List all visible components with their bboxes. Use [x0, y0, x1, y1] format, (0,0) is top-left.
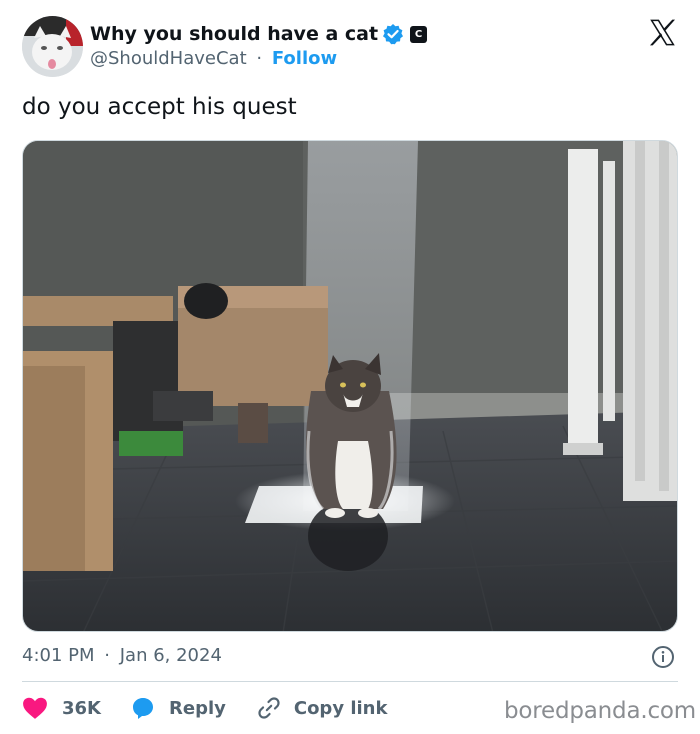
avatar[interactable]	[22, 16, 83, 77]
boredpanda-watermark: boredpanda.com	[504, 698, 696, 724]
tweet-time: 4:01 PM	[22, 645, 95, 666]
handle-separator: ·	[256, 48, 263, 69]
heart-icon	[23, 697, 47, 719]
like-count: 36K	[62, 697, 101, 719]
like-button[interactable]: 36K	[22, 696, 101, 720]
action-bar: 36K Reply Copy link	[22, 693, 417, 723]
reply-button[interactable]: Reply	[131, 696, 226, 720]
tweet-date-separator: ·	[104, 645, 110, 666]
tweet-text: do you accept his quest	[22, 94, 297, 120]
tweet-timestamp[interactable]: 4:01 PM · Jan 6, 2024	[22, 645, 222, 666]
divider	[22, 681, 678, 682]
handle-row: @ShouldHaveCat · Follow	[90, 48, 337, 69]
affiliate-badge-label: C	[414, 28, 423, 40]
affiliate-badge[interactable]: C	[410, 25, 428, 43]
copy-link-label: Copy link	[293, 697, 388, 719]
copy-link-button[interactable]: Copy link	[256, 695, 388, 721]
cat-in-sunbeam-photo	[23, 141, 677, 631]
cat-avatar-image	[22, 16, 83, 77]
follow-button[interactable]: Follow	[272, 48, 337, 69]
link-icon	[258, 697, 280, 719]
speech-bubble-icon	[133, 698, 153, 719]
info-icon[interactable]	[651, 645, 675, 669]
tweet-photo[interactable]	[22, 140, 678, 632]
author-name-row: Why you should have a cat C	[90, 20, 428, 48]
x-logo-icon[interactable]	[647, 17, 678, 48]
reply-label: Reply	[169, 697, 226, 719]
tweet-date: Jan 6, 2024	[119, 645, 222, 666]
handle[interactable]: @ShouldHaveCat	[90, 48, 247, 69]
display-name[interactable]: Why you should have a cat	[90, 23, 378, 45]
verified-check-icon[interactable]	[382, 23, 404, 45]
